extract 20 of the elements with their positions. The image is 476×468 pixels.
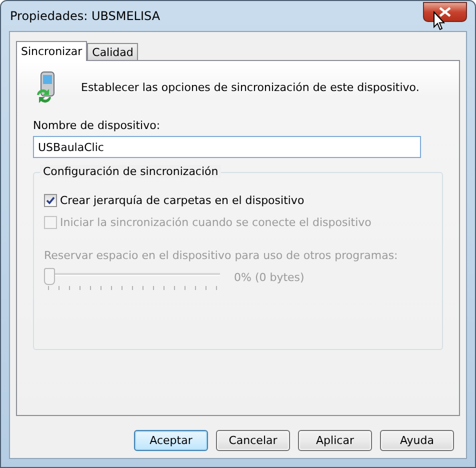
checkbox-label: Crear jerarquía de carpetas en el dispositivo	[60, 194, 304, 206]
dialog-button[interactable]: Ayuda	[380, 430, 454, 451]
tab[interactable]: Calidad	[87, 43, 138, 60]
intro-text: Establecer las opciones de sincronización de este dispositivo.	[81, 80, 420, 94]
slider-track[interactable]	[44, 268, 220, 286]
field-label: Nombre de dispositivo:	[33, 119, 160, 132]
checkbox[interactable]	[44, 194, 57, 206]
device-name-field[interactable]: USBaulaClic	[33, 136, 421, 158]
close-icon	[439, 7, 451, 17]
checkbox-label: Iniciar la sincronización cuando se conecte el dispositivo	[60, 216, 372, 228]
dialog-button[interactable]: Aceptar	[134, 430, 208, 451]
tab[interactable]: Sincronizar	[16, 41, 88, 61]
slider-label: Reservar espacio en el dispositivo para uso de otros programas:	[44, 249, 398, 262]
close-button[interactable]	[423, 2, 467, 22]
group-title: Configuración de sincronización	[40, 165, 222, 178]
dialog-button[interactable]: Cancelar	[216, 430, 290, 451]
cursor-icon	[433, 11, 445, 31]
dialog-button[interactable]: Aplicar	[298, 430, 372, 451]
window-title: Propiedades: UBSMELISA	[9, 9, 160, 23]
slider-reading: 0% (0 bytes)	[234, 270, 304, 284]
